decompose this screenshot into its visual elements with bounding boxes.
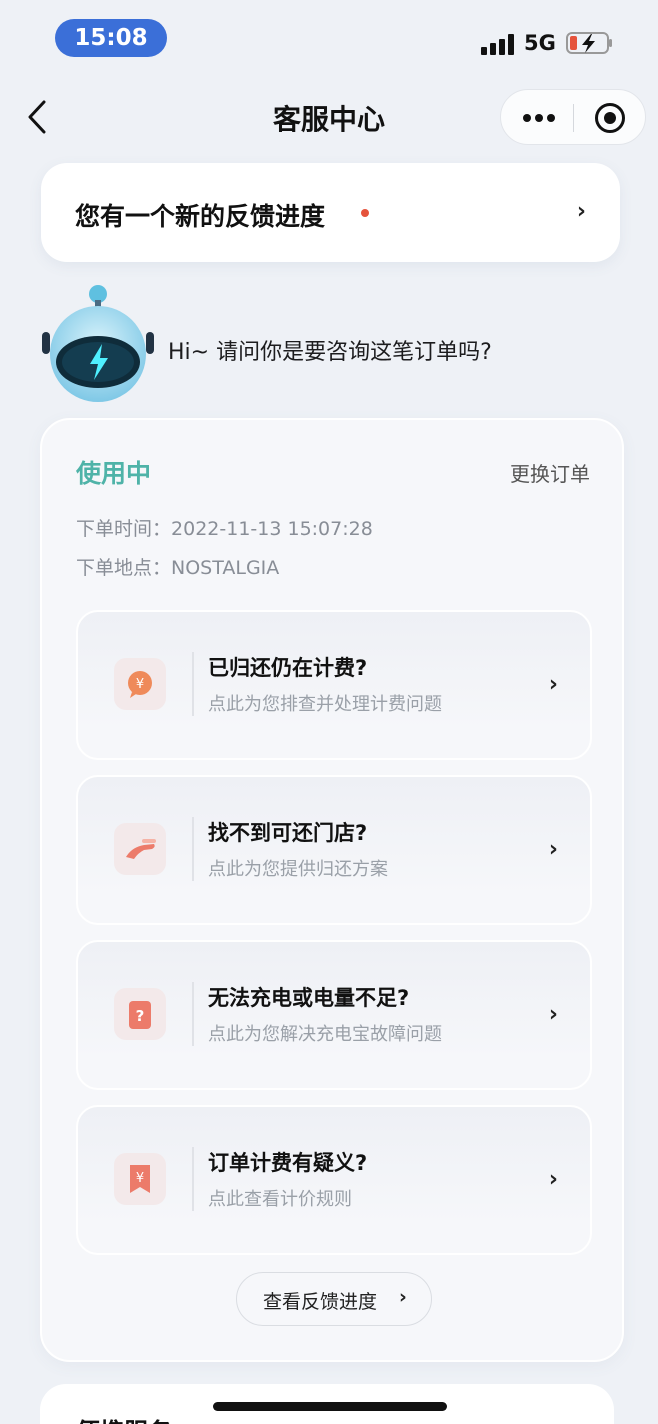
order-card: 使用中 更换订单 下单时间：2022-11-13 15:07:28 下单地点：N… bbox=[40, 418, 624, 1362]
assistant-greeting: Hi~ 请问你是要咨询这笔订单吗? bbox=[168, 340, 492, 365]
status-bar: 15:08 5G bbox=[0, 0, 658, 80]
issue-subtitle: 点此为您排查并处理计费问题 bbox=[208, 694, 442, 715]
issue-title: 已归还仍在计费? bbox=[208, 656, 368, 680]
status-time: 15:08 bbox=[55, 19, 167, 57]
signal-icon bbox=[481, 33, 517, 55]
issue-title: 无法充电或电量不足? bbox=[208, 986, 410, 1010]
order-time-value: 2022-11-13 15:07:28 bbox=[171, 518, 373, 540]
issue-title: 找不到可还门店? bbox=[208, 821, 368, 845]
mini-program-capsule bbox=[500, 89, 646, 145]
chevron-right-icon: › bbox=[576, 199, 586, 224]
issue-item-no-store[interactable]: 找不到可还门店? 点此为您提供归还方案 › bbox=[76, 775, 592, 925]
progress-button-label: 查看反馈进度 bbox=[263, 1291, 378, 1313]
unread-dot bbox=[361, 209, 369, 217]
issue-separator bbox=[192, 817, 194, 881]
issue-separator bbox=[192, 652, 194, 716]
issue-separator bbox=[192, 1147, 194, 1211]
feedback-progress-banner[interactable]: 您有一个新的反馈进度 › bbox=[41, 163, 620, 262]
chevron-right-icon: › bbox=[548, 1002, 558, 1027]
issue-subtitle: 点此查看计价规则 bbox=[208, 1189, 352, 1210]
svg-text:¥: ¥ bbox=[136, 1171, 144, 1186]
nav-bar: 客服中心 bbox=[0, 80, 658, 156]
svg-text:¥: ¥ bbox=[136, 677, 144, 692]
close-target-icon[interactable] bbox=[595, 103, 625, 133]
battery-charging-icon bbox=[566, 32, 612, 54]
order-time-label: 下单时间： bbox=[76, 518, 172, 540]
capsule-divider bbox=[573, 104, 574, 132]
yen-ribbon-icon: ¥ bbox=[114, 1153, 166, 1205]
chevron-right-icon: › bbox=[548, 1167, 558, 1192]
order-time: 下单时间：2022-11-13 15:07:28 bbox=[76, 514, 373, 541]
yen-bubble-icon: ¥ bbox=[114, 658, 166, 710]
question-icon: ? bbox=[114, 988, 166, 1040]
hand-icon bbox=[114, 823, 166, 875]
order-place: 下单地点：NOSTALGIA bbox=[76, 553, 279, 580]
change-order-link[interactable]: 更换订单 bbox=[510, 458, 590, 487]
network-label: 5G bbox=[524, 31, 556, 55]
issue-item-billing-dispute[interactable]: ¥ 订单计费有疑义? 点此查看计价规则 › bbox=[76, 1105, 592, 1255]
more-dots-icon[interactable] bbox=[501, 90, 573, 146]
feedback-banner-text: 您有一个新的反馈进度 bbox=[75, 202, 326, 231]
section-title: 便携服务 bbox=[76, 1412, 172, 1424]
chevron-right-icon: › bbox=[548, 837, 558, 862]
chevron-right-icon: › bbox=[399, 1286, 407, 1308]
order-place-value: NOSTALGIA bbox=[171, 557, 280, 579]
issue-subtitle: 点此为您提供归还方案 bbox=[208, 859, 388, 880]
svg-text:?: ? bbox=[136, 1007, 145, 1025]
issue-subtitle: 点此为您解决充电宝故障问题 bbox=[208, 1024, 442, 1045]
order-status: 使用中 bbox=[76, 459, 152, 488]
issue-title: 订单计费有疑义? bbox=[208, 1151, 368, 1175]
chevron-right-icon: › bbox=[548, 672, 558, 697]
order-place-label: 下单地点： bbox=[76, 557, 172, 579]
view-feedback-progress-button[interactable]: 查看反馈进度 › bbox=[236, 1272, 432, 1326]
issue-item-still-charging[interactable]: ¥ 已归还仍在计费? 点此为您排查并处理计费问题 › bbox=[76, 610, 592, 760]
issue-item-cannot-charge[interactable]: ? 无法充电或电量不足? 点此为您解决充电宝故障问题 › bbox=[76, 940, 592, 1090]
home-indicator[interactable] bbox=[213, 1402, 447, 1411]
issue-separator bbox=[192, 982, 194, 1046]
robot-avatar-icon bbox=[42, 285, 154, 402]
